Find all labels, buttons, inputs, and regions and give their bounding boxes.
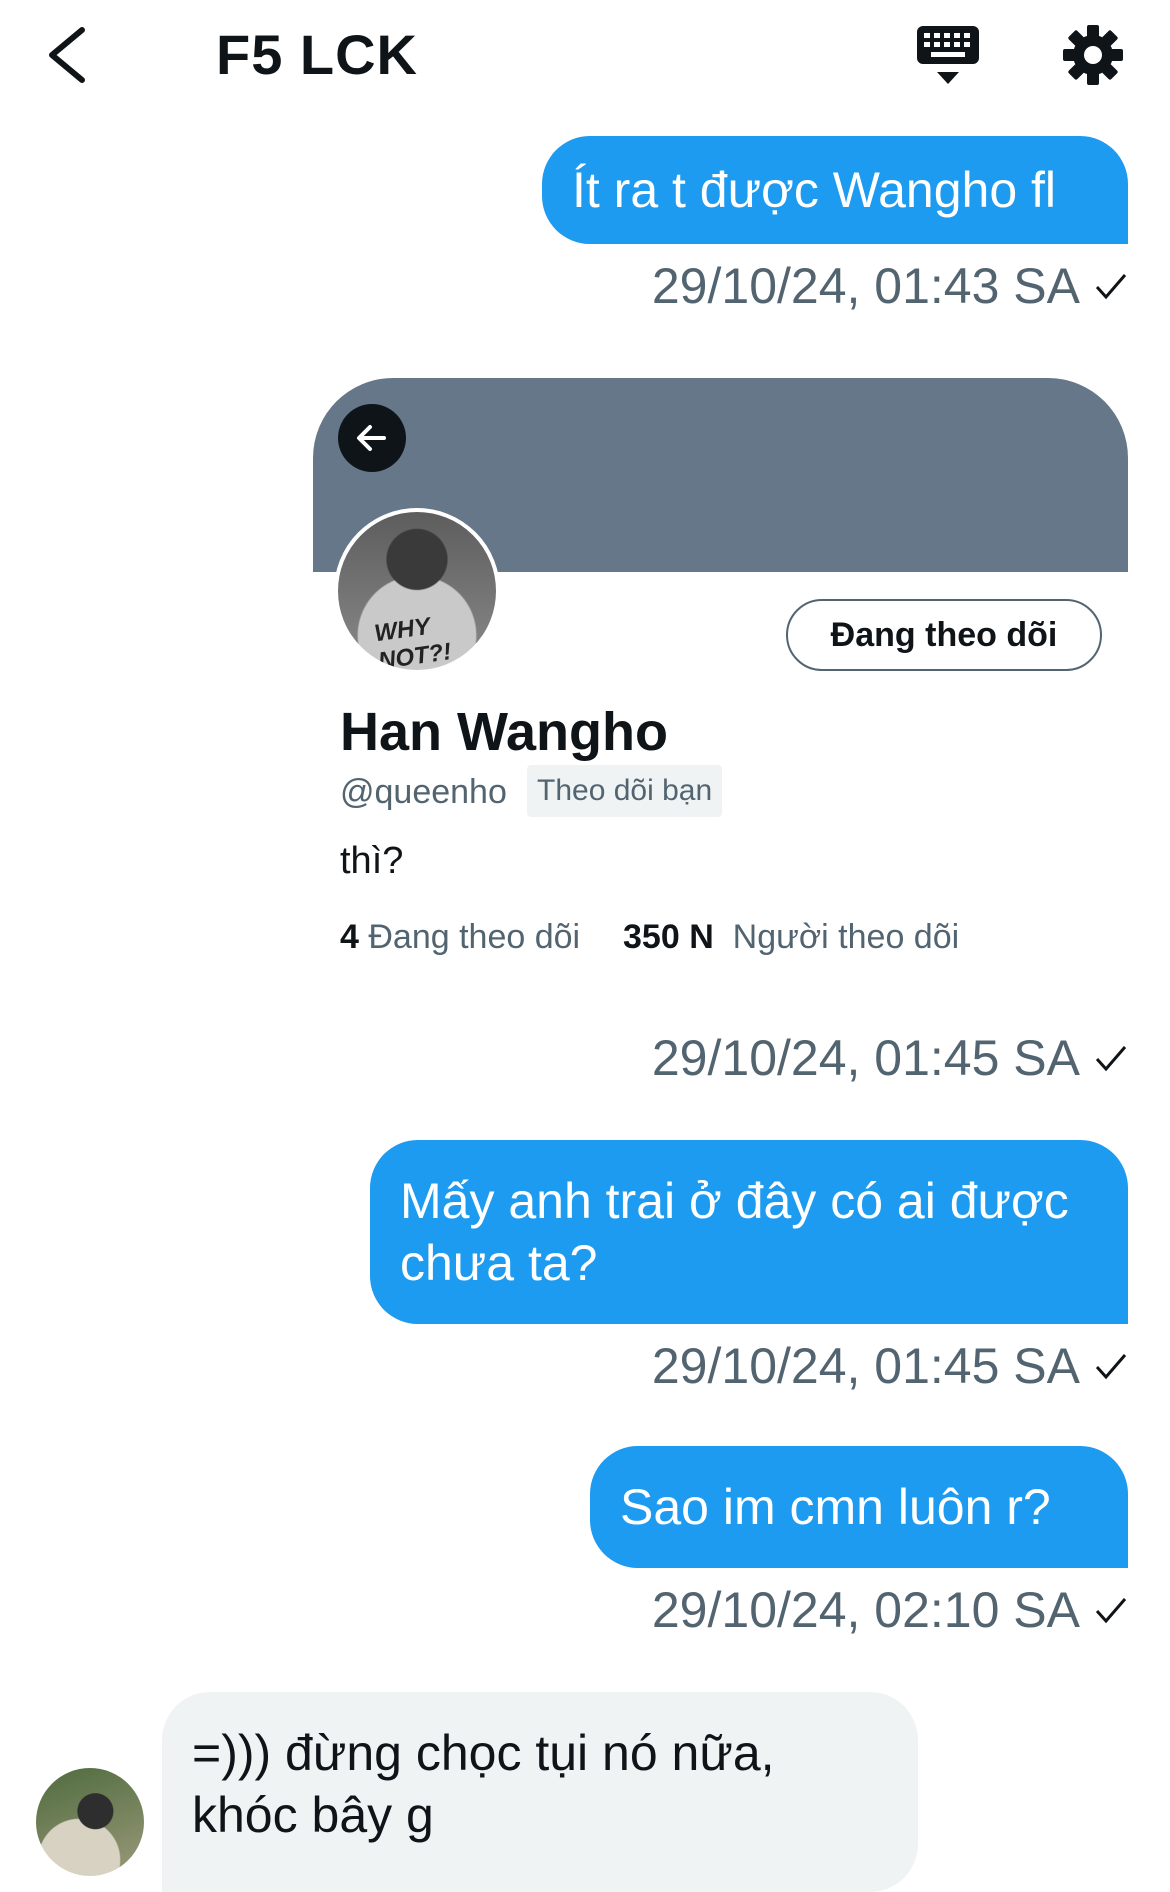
profile-name: Han Wangho <box>340 702 668 762</box>
checkmark-icon <box>1095 274 1127 300</box>
sender-avatar[interactable] <box>36 1768 144 1876</box>
keyboard-icon <box>917 26 979 84</box>
message-text: Ít ra t được Wangho fl <box>572 162 1057 218</box>
message-timestamp: 29/10/24, 01:43 SA <box>652 256 1128 316</box>
message-timestamp: 29/10/24, 01:45 SA <box>652 1336 1128 1396</box>
following-label: Đang theo dõi <box>368 918 581 956</box>
message-bubble-outgoing[interactable]: Ít ra t được Wangho fl <box>542 136 1128 244</box>
message-timestamp: 29/10/24, 02:10 SA <box>652 1580 1128 1640</box>
profile-handle: @queenho <box>340 773 507 811</box>
message-timestamp: 29/10/24, 01:45 SA <box>652 1028 1128 1088</box>
following-count: 4 <box>340 918 359 956</box>
card-back-button[interactable] <box>338 404 406 472</box>
message-bubble-outgoing[interactable]: Sao im cmn luôn r? <box>590 1446 1128 1568</box>
followers-count: 350 N <box>623 918 714 956</box>
message-bubble-outgoing[interactable]: Mấy anh trai ở đây có ai được chưa ta? <box>370 1140 1128 1324</box>
profile-bio: thì? <box>340 840 404 882</box>
followers-label: Người theo dõi <box>732 918 960 956</box>
avatar-shirt-text: WHY NOT?! <box>372 612 453 674</box>
chevron-left-icon <box>49 27 85 83</box>
keyboard-button[interactable] <box>915 22 981 88</box>
followers-stat[interactable]: 350 N Người theo dõi <box>623 918 959 956</box>
checkmark-icon <box>1095 1046 1127 1072</box>
timestamp-text: 29/10/24, 01:43 SA <box>651 258 1080 314</box>
following-button[interactable]: Đang theo dõi <box>786 599 1102 671</box>
following-stat[interactable]: 4 Đang theo dõi <box>340 918 580 956</box>
message-text: Mấy anh trai ở đây có ai được chưa ta? <box>400 1173 1069 1291</box>
conversation-title: F5 LCK <box>216 23 418 86</box>
gear-icon <box>1063 25 1123 85</box>
arrow-left-icon <box>357 425 386 451</box>
settings-button[interactable] <box>1060 22 1126 88</box>
follows-you-badge: Theo dõi bạn <box>527 765 723 817</box>
message-bubble-incoming[interactable]: =))) đừng chọc tụi nó nữa, khóc bây g <box>162 1692 918 1892</box>
checkmark-icon <box>1095 1598 1127 1624</box>
timestamp-text: 29/10/24, 01:45 SA <box>651 1030 1080 1086</box>
profile-avatar[interactable]: WHY NOT?! <box>334 508 500 674</box>
profile-stats: 4 Đang theo dõi 350 N Người theo dõi <box>340 912 959 962</box>
timestamp-text: 29/10/24, 01:45 SA <box>651 1338 1080 1394</box>
checkmark-icon <box>1095 1354 1127 1380</box>
message-text: Sao im cmn luôn r? <box>620 1479 1051 1535</box>
timestamp-text: 29/10/24, 02:10 SA <box>651 1582 1080 1638</box>
message-text: =))) đừng chọc tụi nó nữa, khóc bây g <box>192 1725 775 1843</box>
back-button[interactable] <box>40 20 100 90</box>
